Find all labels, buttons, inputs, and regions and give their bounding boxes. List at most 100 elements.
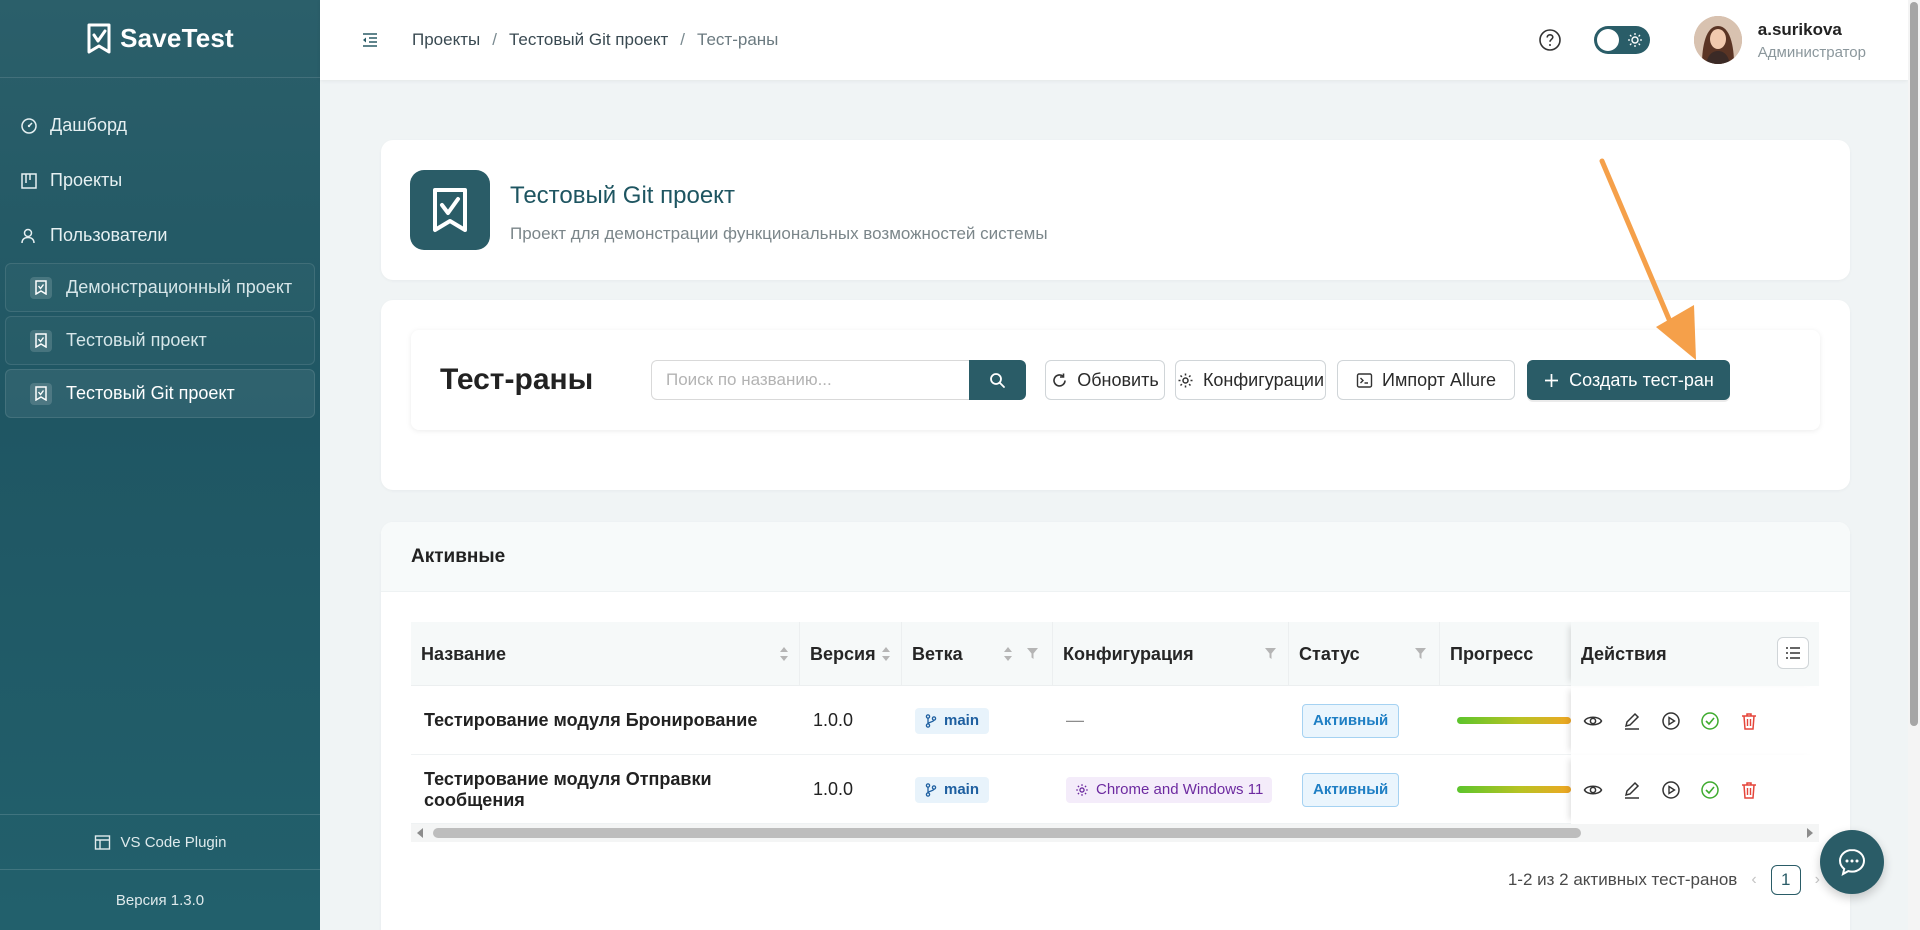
active-runs-title: Активные: [411, 546, 506, 567]
search-input[interactable]: [651, 360, 970, 400]
run-name[interactable]: Тестирование модуля Бронирование: [411, 686, 800, 755]
app-version: Версия 1.3.0: [115, 891, 205, 909]
breadcrumb-projects[interactable]: Проекты: [412, 30, 480, 50]
breadcrumb: Проекты / Тестовый Git проект / Тест-ран…: [412, 30, 778, 50]
project-icon: [30, 329, 52, 352]
vscode-plugin-link[interactable]: VS Code Plugin: [0, 814, 320, 870]
project-logo: [410, 170, 490, 250]
run-progress-cell: [1440, 755, 1571, 824]
plugin-icon: [94, 834, 110, 850]
column-label: Конфигурация: [1063, 643, 1194, 664]
app-logo[interactable]: SaveTest: [0, 0, 320, 78]
list-icon: [1786, 647, 1800, 659]
sort-icon[interactable]: [1003, 645, 1013, 663]
page-button-current[interactable]: 1: [1770, 865, 1801, 895]
table-row[interactable]: Тестирование модуля Бронирование 1.0.0 m…: [411, 686, 1819, 755]
scroll-left-icon[interactable]: [417, 828, 423, 838]
menu-fold-icon[interactable]: [360, 30, 380, 50]
run-config: —: [1066, 710, 1084, 730]
search-button[interactable]: [969, 360, 1026, 400]
sort-icon[interactable]: [881, 645, 891, 663]
sidebar-item-label: Дашборд: [50, 115, 128, 135]
delete-icon[interactable]: [1739, 711, 1759, 731]
active-runs-card: Активные Название Версия Ветка Конфигура…: [381, 522, 1850, 930]
sidebar: SaveTest Дашборд Проекты Пользователи Де…: [0, 0, 320, 930]
sidebar-project-git[interactable]: Тестовый Git проект: [5, 369, 315, 418]
search-icon: [990, 372, 1005, 388]
filter-icon[interactable]: [1264, 647, 1277, 660]
column-configuration[interactable]: Конфигурация: [1053, 622, 1289, 686]
prev-page-icon[interactable]: ‹: [1751, 871, 1756, 889]
sidebar-project-label: Тестовый Git проект: [66, 383, 235, 403]
sidebar-project-demo[interactable]: Демонстрационный проект: [5, 263, 315, 312]
filter-icon[interactable]: [1026, 647, 1039, 660]
column-status[interactable]: Статус: [1289, 622, 1440, 686]
branch-tag: main: [915, 707, 990, 734]
next-page-icon[interactable]: ›: [1815, 871, 1820, 889]
column-version[interactable]: Версия: [800, 622, 902, 686]
sidebar-item-users[interactable]: Пользователи: [0, 208, 320, 263]
scrollbar-thumb[interactable]: [1910, 2, 1918, 726]
sidebar-item-projects[interactable]: Проекты: [0, 153, 320, 208]
create-test-run-button[interactable]: Создать тест-ран: [1527, 360, 1730, 400]
column-label: Название: [421, 643, 506, 664]
app-name: SaveTest: [120, 23, 234, 53]
scroll-right-icon[interactable]: [1807, 828, 1813, 838]
complete-icon[interactable]: [1700, 711, 1720, 731]
user-role: Администратор: [1757, 43, 1866, 61]
plus-icon: [1545, 373, 1559, 387]
config-tag: Chrome and Windows 11: [1066, 776, 1273, 803]
theme-toggle[interactable]: [1593, 26, 1650, 54]
page-vertical-scrollbar[interactable]: [1908, 0, 1920, 930]
column-name[interactable]: Название: [411, 622, 800, 686]
page-title: Тест-раны: [440, 363, 594, 396]
run-version: 1.0.0: [813, 710, 854, 730]
edit-icon[interactable]: [1622, 711, 1642, 731]
scrollbar-thumb[interactable]: [433, 828, 1581, 838]
column-label: Статус: [1299, 643, 1360, 664]
sidebar-item-dashboard[interactable]: Дашборд: [0, 98, 320, 153]
plugin-label: VS Code Plugin: [120, 833, 227, 851]
configurations-button[interactable]: Конфигурации: [1175, 360, 1326, 400]
delete-icon[interactable]: [1739, 780, 1759, 800]
branch-label: main: [944, 781, 980, 798]
test-runs-toolbar: Тест-раны Обновить Конфигурации Импорт A…: [411, 330, 1820, 430]
run-name[interactable]: Тестирование модуля Отправки сообщения: [411, 755, 800, 824]
create-test-run-label: Создать тест-ран: [1569, 369, 1714, 390]
chat-button[interactable]: [1820, 830, 1884, 894]
filter-icon[interactable]: [1414, 647, 1427, 660]
import-allure-button[interactable]: Импорт Allure: [1337, 360, 1515, 400]
avatar[interactable]: [1693, 16, 1742, 64]
sidebar-project-test[interactable]: Тестовый проект: [5, 316, 315, 365]
play-icon[interactable]: [1661, 780, 1681, 800]
table-row[interactable]: Тестирование модуля Отправки сообщения 1…: [411, 755, 1819, 824]
user-info[interactable]: a.surikova Администратор: [1758, 20, 1866, 61]
progress-bar: [1457, 786, 1571, 793]
run-branch-cell: main: [902, 686, 1053, 755]
table-horizontal-scrollbar[interactable]: [411, 824, 1819, 842]
header-right: a.surikova Администратор: [1538, 0, 1866, 80]
project-badge-icon: [433, 188, 467, 232]
eye-icon[interactable]: [1583, 711, 1603, 731]
chat-icon: [1838, 848, 1866, 876]
play-icon[interactable]: [1661, 711, 1681, 731]
dashboard-icon: [21, 117, 37, 134]
column-progress: Прогресс: [1440, 622, 1571, 686]
refresh-label: Обновить: [1077, 369, 1159, 390]
column-branch[interactable]: Ветка: [902, 622, 1053, 686]
sort-icon[interactable]: [779, 645, 789, 663]
refresh-button[interactable]: Обновить: [1045, 360, 1165, 400]
branch-tag: main: [915, 776, 990, 803]
import-allure-label: Импорт Allure: [1382, 369, 1496, 390]
complete-icon[interactable]: [1700, 780, 1720, 800]
column-settings-button[interactable]: [1777, 637, 1809, 669]
eye-icon[interactable]: [1583, 780, 1603, 800]
status-badge: Активный: [1302, 772, 1400, 807]
gear-icon: [1178, 373, 1193, 387]
run-version: 1.0.0: [813, 779, 854, 799]
status-badge: Активный: [1302, 703, 1400, 738]
help-icon[interactable]: [1538, 28, 1562, 52]
column-label: Версия: [810, 643, 876, 664]
breadcrumb-project[interactable]: Тестовый Git проект: [509, 30, 668, 50]
edit-icon[interactable]: [1622, 780, 1642, 800]
